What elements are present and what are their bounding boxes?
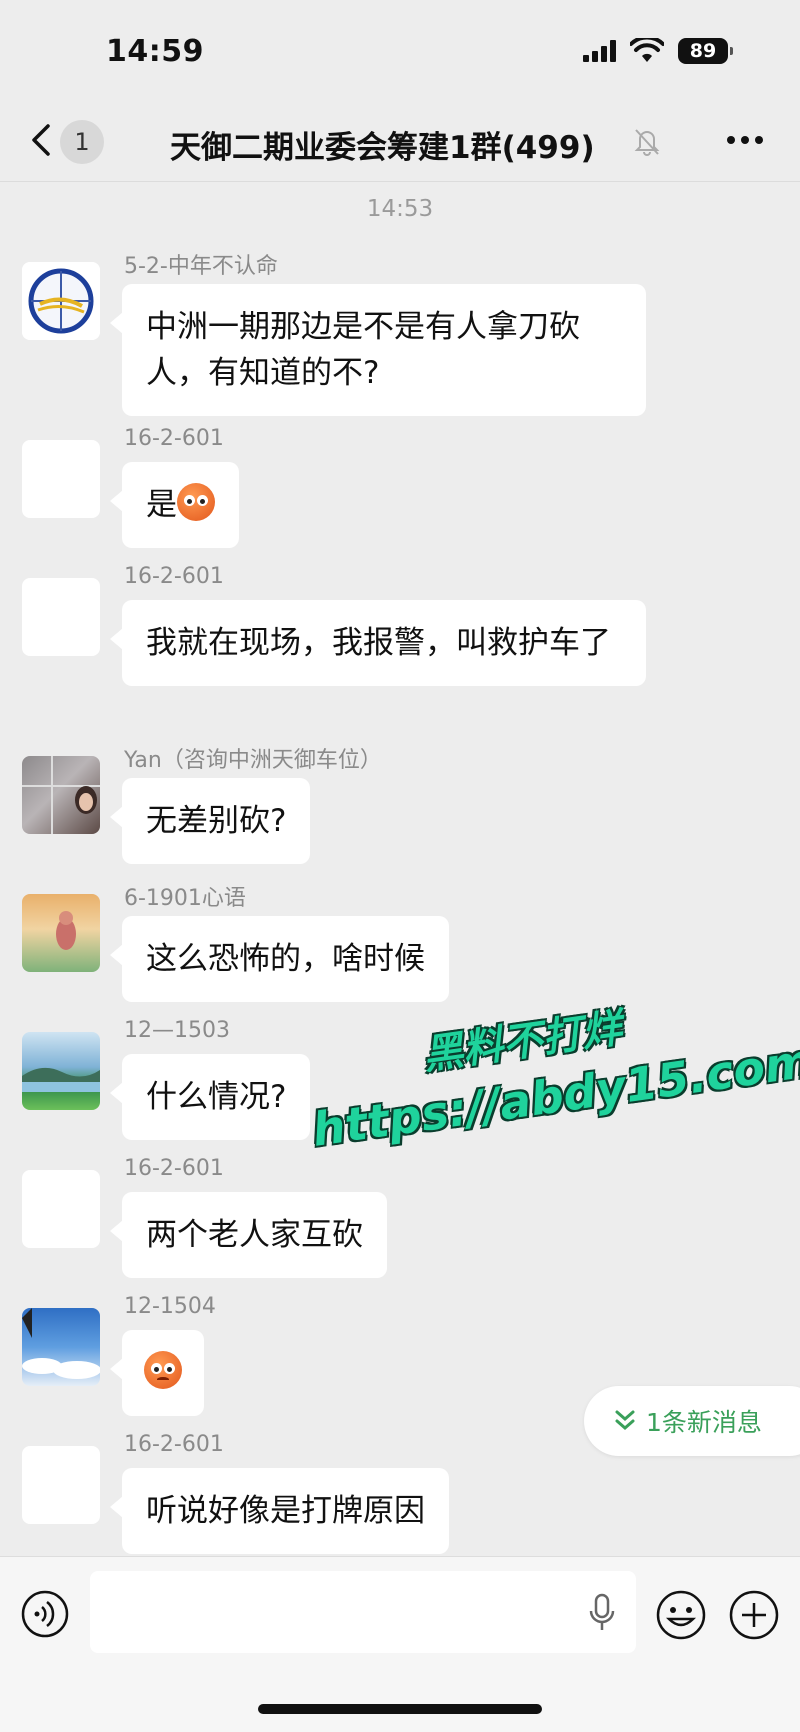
- message-text: 是: [146, 487, 177, 523]
- avatar[interactable]: [22, 440, 100, 518]
- avatar[interactable]: [22, 1446, 100, 1524]
- home-indicator: [258, 1704, 542, 1714]
- photo-sky-avatar-icon: [22, 1308, 100, 1379]
- avatar[interactable]: [22, 262, 100, 340]
- photo-lake-avatar-icon: [22, 1067, 100, 1092]
- message-input[interactable]: [90, 1571, 636, 1653]
- microphone-icon[interactable]: [588, 1593, 616, 1633]
- avatar[interactable]: [22, 1308, 100, 1386]
- logo-avatar-icon: [22, 262, 100, 340]
- emoji-icon[interactable]: [655, 1589, 707, 1641]
- sender-name: 16-2-601: [124, 1156, 224, 1181]
- chat-title: 天御二期业委会筹建1群(499): [170, 130, 595, 166]
- sender-name: 6-1901心语: [124, 886, 246, 911]
- double-chevron-down-icon: [615, 1410, 635, 1430]
- message-text: 中洲一期那边是不是有人拿刀砍人，有知道的不?: [146, 309, 580, 391]
- message-text: 两个老人家互砍: [146, 1217, 363, 1253]
- message-bubble[interactable]: 无差别砍?: [109, 778, 311, 864]
- time-separator: 14:53: [366, 196, 434, 222]
- avatar[interactable]: [22, 1170, 100, 1248]
- chat-header: 1 天御二期业委会筹建1群(499): [0, 100, 800, 182]
- message-bubble[interactable]: 是: [110, 462, 239, 548]
- sender-name: 12—1503: [124, 1018, 230, 1043]
- wifi-icon: [630, 38, 664, 62]
- message-text: 这么恐怖的，啥时候: [146, 941, 425, 977]
- message-bubble[interactable]: 这么恐怖的，啥时候: [110, 916, 449, 1002]
- new-messages-button[interactable]: 1条新消息: [584, 1386, 800, 1456]
- message-bubble[interactable]: 听说好像是打牌原因: [110, 1468, 449, 1554]
- message-text: 我就在现场，我报警，叫救护车了: [146, 625, 611, 661]
- sender-name: 16-2-601: [124, 564, 224, 589]
- shocked-face-emoji-icon: [177, 483, 215, 521]
- status-time: 14:59: [106, 34, 204, 69]
- status-bar: 14:59 89: [0, 0, 800, 100]
- back-unread-badge[interactable]: 1: [60, 120, 104, 164]
- message-text: 什么情况?: [146, 1079, 287, 1115]
- cellular-signal-icon: [583, 40, 616, 62]
- message-bubble[interactable]: 中洲一期那边是不是有人拿刀砍人，有知道的不?: [110, 284, 646, 416]
- message-bubble[interactable]: 我就在现场，我报警，叫救护车了: [110, 600, 646, 686]
- photo-window-avatar-icon: [22, 756, 100, 834]
- avatar[interactable]: [22, 756, 100, 834]
- new-messages-label: 1条新消息: [646, 1408, 762, 1437]
- more-options-icon[interactable]: [724, 122, 766, 158]
- voice-input-icon[interactable]: [20, 1589, 70, 1639]
- sender-name: 12-1504: [124, 1294, 216, 1319]
- sender-name: 16-2-601: [124, 1432, 224, 1457]
- avatar[interactable]: [22, 1032, 100, 1110]
- mute-bell-icon: [634, 129, 660, 156]
- sender-name: 16-2-601: [124, 426, 224, 451]
- message-text: 无差别砍?: [146, 803, 287, 839]
- avatar[interactable]: [22, 578, 100, 656]
- sender-name: 5-2-中年不认命: [124, 254, 278, 279]
- back-chevron-icon[interactable]: [26, 120, 56, 160]
- message-bubble[interactable]: 两个老人家互砍: [110, 1192, 387, 1278]
- avatar[interactable]: [22, 894, 100, 972]
- sender-name: Yan（咨询中洲天御车位）: [124, 748, 382, 773]
- worried-face-emoji-icon: [144, 1351, 182, 1389]
- photo-sunset-avatar-icon: [56, 911, 76, 950]
- message-text: 听说好像是打牌原因: [146, 1493, 425, 1529]
- plus-icon[interactable]: [728, 1589, 780, 1641]
- battery-icon: 89: [678, 38, 733, 64]
- status-icons: 89: [583, 38, 733, 64]
- message-bubble[interactable]: 什么情况?: [109, 1054, 311, 1140]
- message-bubble[interactable]: [110, 1330, 204, 1416]
